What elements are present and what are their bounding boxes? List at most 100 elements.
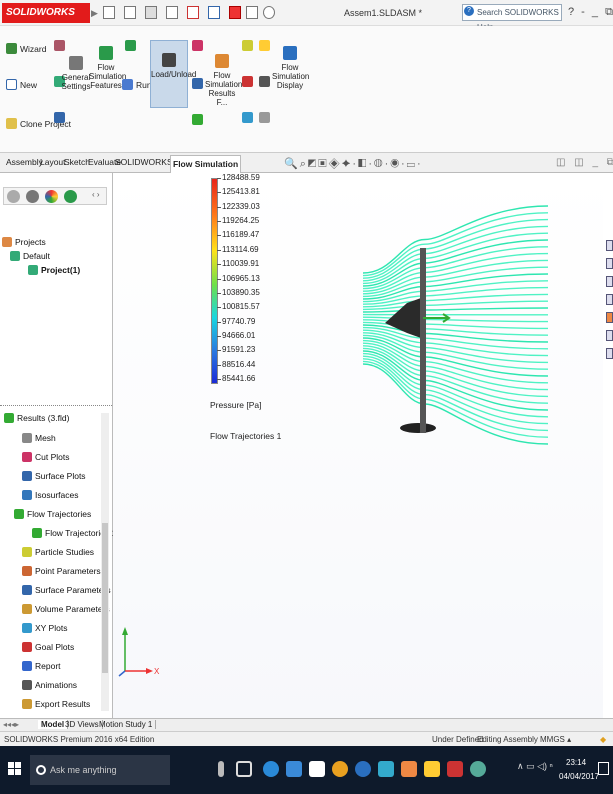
- tree-point-parameters[interactable]: Point Parameters: [22, 566, 101, 576]
- streamline: [363, 293, 549, 308]
- feature-manager-tab-icon[interactable]: [7, 190, 20, 203]
- windows-start-icon[interactable]: [8, 762, 22, 776]
- undo-icon[interactable]: [187, 6, 199, 19]
- tree-xy-plots[interactable]: XY Plots: [22, 623, 67, 633]
- rebuild-icon[interactable]: [229, 6, 241, 19]
- chrome-icon[interactable]: [332, 761, 348, 777]
- custom-properties-icon[interactable]: [606, 330, 613, 341]
- app-icon-2[interactable]: [378, 761, 394, 777]
- rebuild-status-icon[interactable]: ◆: [600, 735, 606, 744]
- resources-icon[interactable]: [606, 258, 613, 269]
- print-icon[interactable]: [166, 6, 178, 19]
- load-unload-button[interactable]: Load/Unload: [150, 40, 196, 108]
- animation-icon[interactable]: [259, 76, 270, 87]
- status-mode: Editing Assembly: [477, 735, 538, 744]
- cortana-search-input[interactable]: Ask me anything: [30, 755, 170, 785]
- wizard-button[interactable]: Wizard: [6, 43, 46, 54]
- flow-simulation-display-button[interactable]: Flow Simulation Display: [272, 46, 309, 90]
- system-tray[interactable]: ∧ ▭ ◁) ⁿ: [517, 761, 553, 772]
- appearances-icon[interactable]: [606, 312, 613, 323]
- feature-icon[interactable]: [125, 40, 136, 51]
- clock-date[interactable]: 04/04/2017: [559, 772, 599, 781]
- tab-motion-study-1[interactable]: Motion Study 1: [96, 720, 157, 729]
- solidworks-taskbar-icon[interactable]: [447, 761, 463, 777]
- tree-mesh[interactable]: Mesh: [22, 433, 56, 443]
- triad-y-arrow: [122, 627, 128, 635]
- home-icon[interactable]: [606, 240, 613, 251]
- goal-plot-icon[interactable]: [242, 76, 253, 87]
- general-settings-button[interactable]: General Settings: [61, 56, 91, 91]
- viewport-window-controls[interactable]: ◫ ◫ _ ⧉ X: [556, 157, 613, 168]
- tab-flow-simulation[interactable]: Flow Simulation: [170, 155, 242, 173]
- cortana-icon: [36, 765, 46, 775]
- tree-scrollbar[interactable]: [101, 413, 109, 711]
- flow-simulation-results-icon: [215, 54, 229, 68]
- file-explorer-taskbar-icon[interactable]: [286, 761, 302, 777]
- status-units[interactable]: MMGS ▴: [540, 735, 571, 744]
- heads-up-view-toolbar[interactable]: 🔍⌕◩▣◈✦·◧·◍·◉·▭·: [284, 157, 423, 171]
- tree-surface-parameters[interactable]: Surface Parameters: [22, 585, 111, 595]
- panel-splitter[interactable]: [0, 405, 112, 408]
- tree-report[interactable]: Report: [22, 661, 61, 671]
- menu-arrow-icon[interactable]: ▶: [91, 8, 98, 19]
- tree-cut-plots[interactable]: Cut Plots: [22, 452, 70, 462]
- solidworks-logo[interactable]: SOLIDWORKS: [2, 3, 90, 23]
- tree-project1[interactable]: Project(1): [28, 265, 80, 275]
- task-view-icon[interactable]: [236, 761, 252, 777]
- tree-particle-studies[interactable]: Particle Studies: [22, 547, 94, 557]
- clock-time[interactable]: 23:14: [566, 758, 586, 767]
- component-control-icon[interactable]: [54, 112, 65, 123]
- select-icon[interactable]: [208, 6, 220, 19]
- tool-icon[interactable]: [54, 40, 65, 51]
- surface-plot-icon[interactable]: [192, 78, 203, 89]
- save-icon[interactable]: [145, 6, 157, 19]
- flow-simulation-features-button[interactable]: Flow Simulation Features: [89, 46, 126, 90]
- tree-default-config[interactable]: Default: [10, 251, 50, 261]
- open-document-icon[interactable]: [124, 6, 136, 19]
- flow-trajectories-render[interactable]: [363, 198, 553, 453]
- tab-scroll-arrows[interactable]: ◂◂◂▸: [0, 720, 22, 729]
- help-search-input[interactable]: Search SOLIDWORKS Help: [462, 4, 562, 32]
- appearance-tab-icon[interactable]: [45, 190, 58, 203]
- report-icon[interactable]: [242, 112, 253, 123]
- legend-value: 103890.35: [222, 287, 260, 297]
- export-icon[interactable]: [259, 112, 270, 123]
- graphics-area[interactable]: 128488.59 125413.81 122339.03 119264.25 1161…: [113, 173, 603, 718]
- file-explorer-icon[interactable]: [606, 294, 613, 305]
- file-properties-icon[interactable]: [246, 6, 258, 19]
- app-icon-1[interactable]: [355, 761, 371, 777]
- action-center-icon[interactable]: [598, 762, 609, 775]
- vlc-icon[interactable]: [401, 761, 417, 777]
- design-library-icon[interactable]: [606, 276, 613, 287]
- app-icon-4[interactable]: [470, 761, 486, 777]
- flow-simulation-results-button[interactable]: Flow Simulation Results F...: [205, 54, 242, 107]
- tree-animations[interactable]: Animations: [22, 680, 77, 690]
- options-gear-icon[interactable]: [263, 6, 275, 19]
- legend-tick: [217, 278, 221, 280]
- panel-tabs-scroll-arrows[interactable]: ‹ ›: [92, 190, 100, 199]
- tree-scrollbar-thumb[interactable]: [102, 523, 108, 673]
- run-button[interactable]: Run: [122, 79, 152, 90]
- new-project-button[interactable]: New: [6, 79, 37, 90]
- store-icon[interactable]: [309, 761, 325, 777]
- tree-flow-trajectories[interactable]: Flow Trajectories: [14, 509, 91, 519]
- tree-surface-plots[interactable]: Surface Plots: [22, 471, 86, 481]
- cut-plot-icon[interactable]: [192, 40, 203, 51]
- lightbulb-icon[interactable]: [259, 40, 270, 51]
- tree-projects[interactable]: Projects: [2, 237, 46, 247]
- new-document-icon[interactable]: [103, 6, 115, 19]
- app-icon-3[interactable]: [424, 761, 440, 777]
- xy-plot-icon[interactable]: [242, 40, 253, 51]
- flow-simulation-tab-icon[interactable]: [64, 190, 77, 203]
- tree-goal-plots[interactable]: Goal Plots: [22, 642, 74, 652]
- configuration-tab-icon[interactable]: [26, 190, 39, 203]
- forum-icon[interactable]: [606, 348, 613, 359]
- tree-results[interactable]: Results (3.fld): [4, 413, 69, 423]
- tree-isosurfaces[interactable]: Isosurfaces: [22, 490, 78, 500]
- window-controls[interactable]: ? - _ ⧉ X: [568, 6, 613, 19]
- tree-export-results[interactable]: Export Results: [22, 699, 90, 709]
- flow-trajectories-icon[interactable]: [192, 114, 203, 125]
- microphone-icon[interactable]: [218, 761, 224, 777]
- tree-volume-parameters[interactable]: Volume Parameters: [22, 604, 110, 614]
- edge-browser-icon[interactable]: [263, 761, 279, 777]
